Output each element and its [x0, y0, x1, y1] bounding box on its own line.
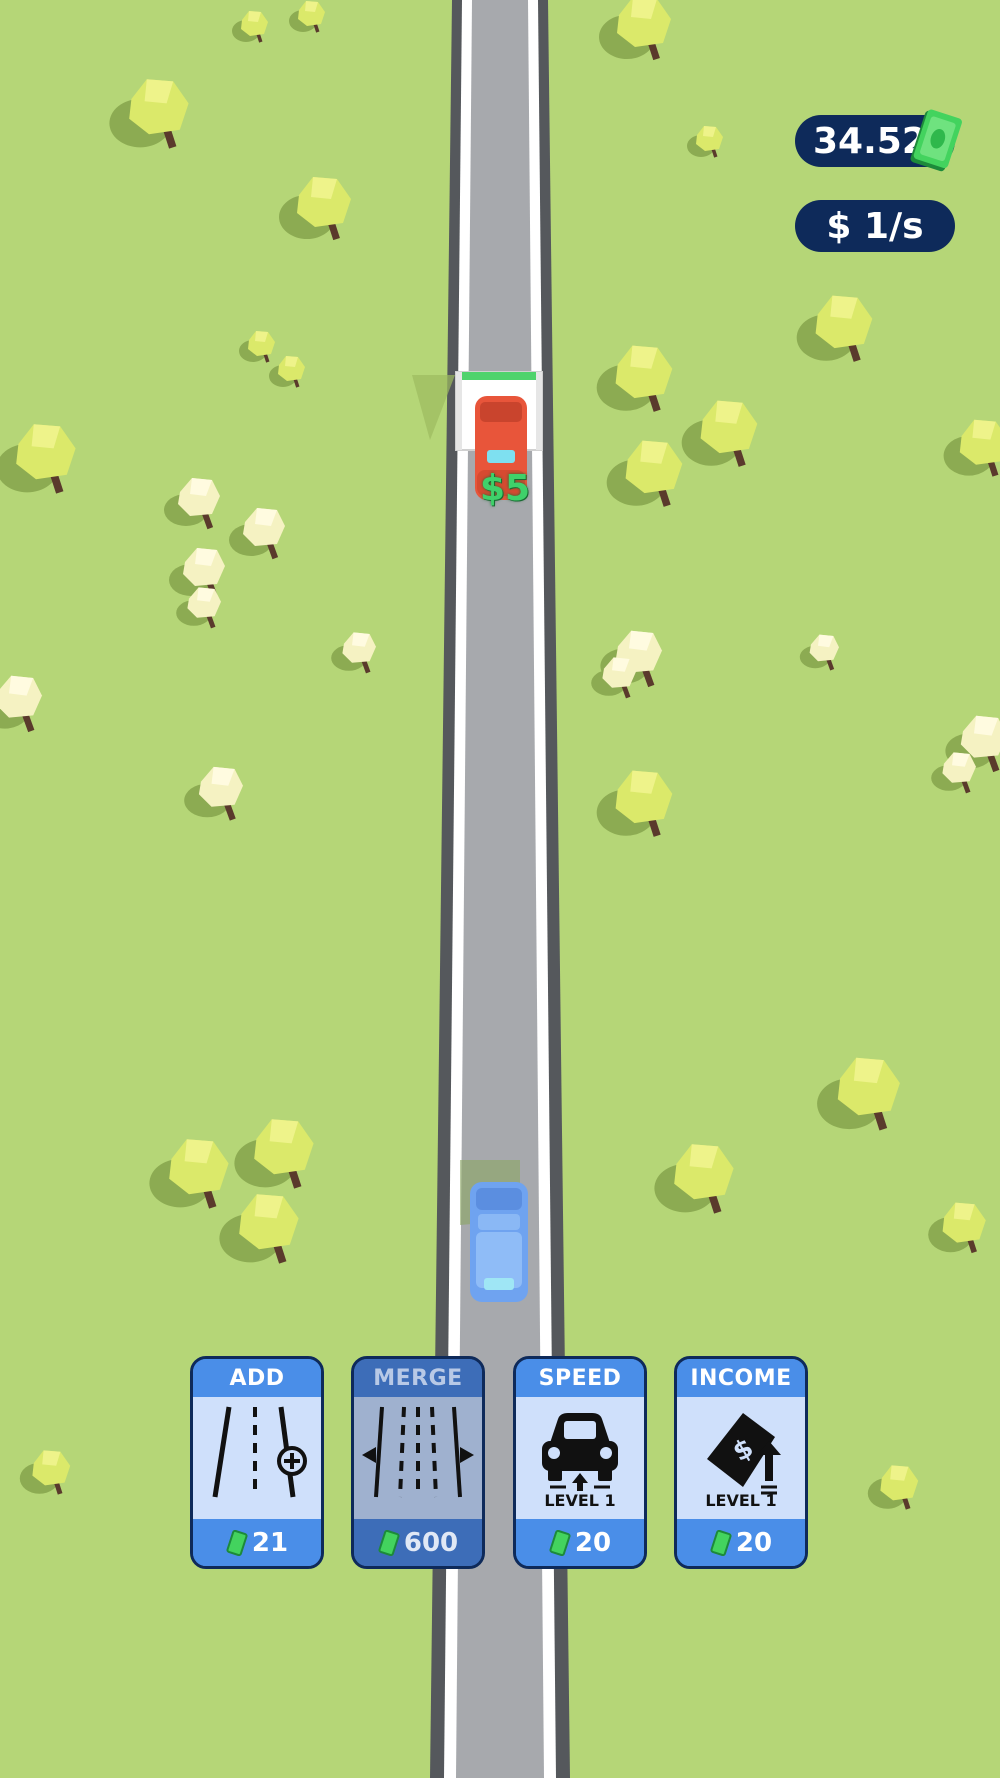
cash-stack-icon [910, 109, 962, 172]
card-title: ADD LANE [193, 1359, 321, 1431]
card-level: LEVEL 1 [544, 1491, 616, 1510]
card-title: INCOME [677, 1359, 805, 1397]
cash-icon [549, 1529, 571, 1556]
card-title: MERGE [354, 1359, 482, 1397]
cash-icon [710, 1529, 732, 1556]
game-scene [0, 0, 1000, 1778]
cash-icon [226, 1529, 248, 1556]
card-title: SPEED [516, 1359, 644, 1397]
card-level: LEVEL 1 [705, 1491, 777, 1510]
income-rate-value: $ 1/s [826, 205, 924, 247]
income-rate: $ 1/s [795, 200, 955, 252]
card-cost: 21 [251, 1527, 289, 1558]
card-cost: 20 [735, 1527, 773, 1558]
earning-popup: $5 [480, 468, 531, 509]
merge-card[interactable]: MERGE 600 [351, 1356, 485, 1569]
card-cost: 20 [574, 1527, 612, 1558]
cash-icon [378, 1529, 400, 1556]
add-lane-icon [212, 1406, 307, 1498]
add-lane-card[interactable]: ADD LANE 21 [190, 1356, 324, 1569]
income-card[interactable]: INCOME $ LEVEL 1 20 [674, 1356, 808, 1569]
merge-lanes-icon [362, 1406, 474, 1498]
blue-car [460, 1160, 528, 1302]
card-cost: 600 [403, 1527, 459, 1558]
speed-card[interactable]: SPEED LEVEL 1 20 [513, 1356, 647, 1569]
